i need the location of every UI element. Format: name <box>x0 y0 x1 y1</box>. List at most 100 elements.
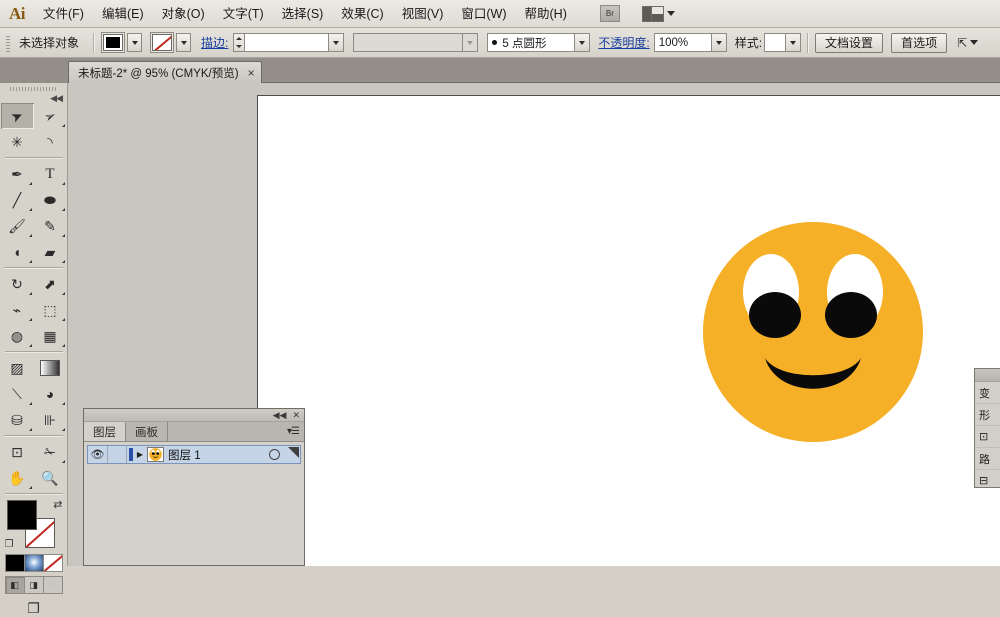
stroke-weight-stepper[interactable] <box>233 33 245 52</box>
expand-triangle-icon[interactable]: ▶ <box>133 446 147 463</box>
mesh-tool[interactable]: ▨ <box>1 355 34 381</box>
line-segment-tool[interactable]: ╱ <box>1 187 34 213</box>
table-row[interactable]: 👁 ▶ 图层 1 <box>87 445 301 464</box>
artboard-tool[interactable]: ⊡ <box>1 439 34 465</box>
eyedropper-tool[interactable]: ⟍ <box>1 381 34 407</box>
color-mode-button[interactable] <box>5 555 25 571</box>
lasso-tool[interactable]: ◝ <box>34 129 67 155</box>
stroke-swatch-dropdown[interactable] <box>176 33 192 52</box>
style-group[interactable] <box>764 33 802 52</box>
paintbrush-tool[interactable]: 🖌 <box>1 213 34 239</box>
right-pupil[interactable] <box>825 292 877 338</box>
scale-tool[interactable]: ⬈ <box>34 271 67 297</box>
stroke-swatch-group[interactable] <box>150 32 192 53</box>
collapse-panel-icon[interactable]: ◀◀ <box>273 410 287 420</box>
menu-object[interactable]: 对象(O) <box>153 3 214 25</box>
change-screen-mode-button[interactable]: ❐ <box>5 600 63 617</box>
fill-swatch[interactable] <box>103 34 124 51</box>
width-tool[interactable]: ⌁ <box>1 297 34 323</box>
fill-color-swatch[interactable] <box>6 500 37 530</box>
free-transform-tool[interactable]: ⬚ <box>34 297 67 323</box>
gradient-mode-button[interactable] <box>24 555 44 571</box>
gradient-tool[interactable] <box>34 355 67 381</box>
fill-swatch-dropdown[interactable] <box>127 33 143 52</box>
none-mode-button[interactable] <box>43 555 62 571</box>
menu-effect[interactable]: 效果(C) <box>332 3 392 25</box>
menu-file[interactable]: 文件(F) <box>34 3 93 25</box>
stroke-swatch[interactable] <box>152 34 173 51</box>
document-setup-button[interactable]: 文档设置 <box>815 32 884 53</box>
transform-align-button[interactable]: ⇱ <box>957 37 979 49</box>
selection-tool[interactable]: ➤ <box>0 103 34 129</box>
zoom-tool[interactable]: 🔍 <box>34 465 67 491</box>
brush-definition-group[interactable]: 5 点圆形 <box>487 33 591 52</box>
smiley-face-artwork[interactable] <box>703 219 923 445</box>
menu-help[interactable]: 帮助(H) <box>516 3 576 25</box>
menu-type[interactable]: 文字(T) <box>214 3 273 25</box>
eye-icon[interactable]: 👁 <box>88 446 108 463</box>
left-pupil[interactable] <box>749 292 801 338</box>
draw-normal-mode-button[interactable]: ◧ <box>5 577 25 593</box>
stroke-link[interactable]: 描边: <box>201 34 228 51</box>
column-graph-tool[interactable]: ⊪ <box>34 407 67 433</box>
brush-definition-dropdown[interactable] <box>575 33 591 52</box>
menu-window[interactable]: 窗口(W) <box>452 3 515 25</box>
pencil-tool[interactable]: ✎ <box>34 213 67 239</box>
preferences-button[interactable]: 首选项 <box>891 32 948 53</box>
stroke-weight-input[interactable] <box>244 33 330 52</box>
hand-tool[interactable]: ✋ <box>1 465 34 491</box>
dock-item-more[interactable]: ⊟ <box>975 470 1000 487</box>
swap-fill-stroke-icon[interactable]: ⇄ <box>53 498 62 511</box>
stroke-weight-dropdown[interactable] <box>329 33 345 52</box>
lock-toggle[interactable] <box>108 446 127 463</box>
blob-brush-tool[interactable]: ◖ <box>1 239 34 265</box>
direct-selection-tool[interactable]: ➢ <box>34 103 67 129</box>
artboard[interactable] <box>257 95 1000 566</box>
rotate-tool[interactable]: ↻ <box>1 271 34 297</box>
opacity-link[interactable]: 不透明度: <box>598 34 649 51</box>
draw-inside-mode-button[interactable]: ◌ <box>44 577 62 593</box>
opacity-group[interactable]: 100% <box>653 33 727 52</box>
tab-layers[interactable]: 图层 <box>84 422 126 441</box>
target-circle-icon[interactable] <box>269 449 280 460</box>
right-dock-grip[interactable] <box>975 369 1000 382</box>
stroke-profile-group[interactable] <box>353 33 479 52</box>
menu-select[interactable]: 选择(S) <box>273 3 333 25</box>
style-swatch[interactable] <box>764 33 787 52</box>
eraser-tool[interactable]: ▰ <box>34 239 67 265</box>
dock-item-align[interactable]: ⊡ <box>975 426 1000 448</box>
default-fill-stroke-icon[interactable]: ❐ <box>5 539 14 550</box>
dock-item-pathfinder[interactable]: 形 <box>975 404 1000 426</box>
draw-behind-mode-button[interactable]: ◨ <box>25 577 44 593</box>
pen-tool[interactable]: ✒ <box>1 161 34 187</box>
opacity-dropdown[interactable] <box>711 33 727 52</box>
arrange-documents-button[interactable] <box>641 5 675 22</box>
control-bar-grip[interactable] <box>3 33 13 52</box>
opacity-input[interactable]: 100% <box>653 33 712 52</box>
brush-definition-value[interactable]: 5 点圆形 <box>487 33 576 52</box>
symbol-sprayer-tool[interactable]: ⛁ <box>1 407 34 433</box>
tools-panel-collapse-icon[interactable]: ◀◀ <box>0 94 67 103</box>
magic-wand-tool[interactable]: ✳ <box>1 129 34 155</box>
bridge-icon[interactable]: Br <box>599 5 620 22</box>
fill-swatch-group[interactable] <box>101 32 143 53</box>
close-icon[interactable]: × <box>248 67 255 79</box>
shape-builder-tool[interactable]: ◍ <box>1 323 34 349</box>
menu-view[interactable]: 视图(V) <box>393 3 453 25</box>
blend-tool[interactable]: ◕ <box>34 381 67 407</box>
style-dropdown[interactable] <box>786 33 802 52</box>
document-tab[interactable]: 未标题-2* @ 95% (CMYK/预览) × <box>68 61 262 83</box>
slice-tool[interactable]: ✁ <box>34 439 67 465</box>
tools-panel-grip[interactable] <box>10 85 57 93</box>
dock-item-path[interactable]: 路 <box>975 448 1000 470</box>
ellipse-tool[interactable]: ⬬ <box>34 187 67 213</box>
layer-name[interactable]: 图层 1 <box>168 447 300 463</box>
menu-edit[interactable]: 编辑(E) <box>93 3 153 25</box>
panel-menu-icon[interactable]: ▾☰ <box>287 426 300 437</box>
face-circle[interactable] <box>703 222 923 442</box>
type-tool[interactable]: T <box>34 161 67 187</box>
perspective-grid-tool[interactable]: ▦ <box>34 323 67 349</box>
close-panel-icon[interactable]: ✕ <box>292 410 300 420</box>
dock-item-transform[interactable]: 变 <box>975 382 1000 404</box>
tab-artboards[interactable]: 画板 <box>126 422 168 441</box>
